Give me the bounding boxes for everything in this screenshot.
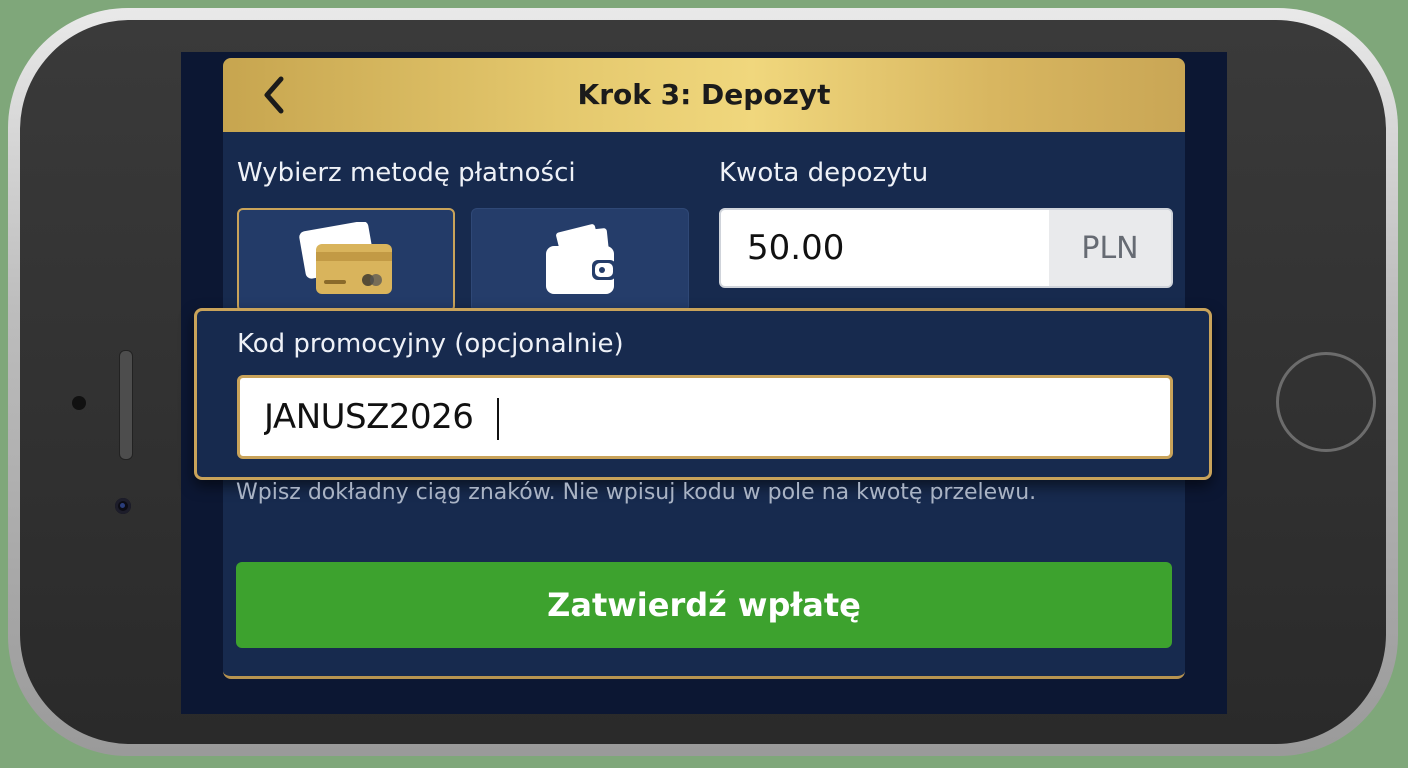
page-title: Krok 3: Depozyt [577, 78, 831, 111]
promo-code-panel: Kod promocyjny (opcjonalnie) [194, 308, 1212, 480]
deposit-amount-field: PLN [719, 208, 1173, 288]
text-cursor [497, 398, 499, 440]
credit-card-icon [299, 222, 392, 294]
front-camera-icon [115, 498, 131, 514]
payment-method-wallet[interactable] [471, 208, 689, 312]
promo-code-input[interactable] [240, 378, 1170, 456]
deposit-amount-label: Kwota depozytu [719, 158, 929, 188]
header-bar: Krok 3: Depozyt [223, 58, 1185, 132]
wallet-icon [546, 224, 616, 294]
promo-code-field [237, 375, 1173, 459]
proximity-sensor [72, 396, 86, 410]
home-button[interactable] [1276, 352, 1376, 452]
deposit-amount-input[interactable] [721, 210, 1051, 286]
back-button[interactable] [251, 72, 297, 118]
currency-label: PLN [1049, 210, 1171, 286]
submit-deposit-button[interactable]: Zatwierdź wpłatę [236, 562, 1172, 648]
payment-method-label: Wybierz metodę płatności [237, 158, 576, 188]
speaker-grille [119, 350, 133, 460]
promo-hint-text: Wpisz dokładny ciąg znaków. Nie wpisuj k… [236, 480, 1037, 505]
chevron-left-icon [264, 76, 284, 114]
promo-code-label: Kod promocyjny (opcjonalnie) [237, 329, 624, 359]
payment-method-card[interactable] [237, 208, 455, 312]
